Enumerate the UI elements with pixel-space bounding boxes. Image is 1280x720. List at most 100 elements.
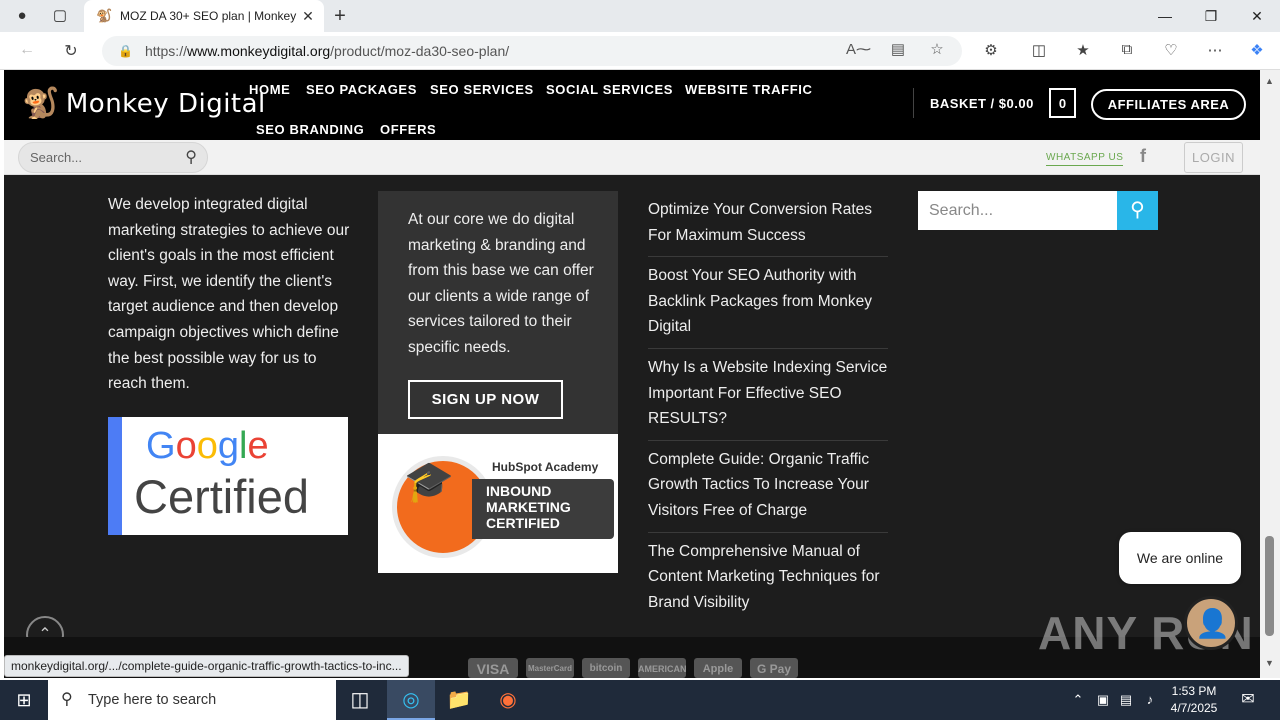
browser-tab-bar: ● ▢ 🐒 MOZ DA 30+ SEO plan | Monkey ✕ + —… bbox=[0, 0, 1280, 32]
url-text: https://www.monkeydigital.org/product/mo… bbox=[144, 43, 510, 59]
core-text: At our core we do digital marketing & br… bbox=[408, 211, 594, 356]
notifications-icon[interactable]: ✉ bbox=[1234, 680, 1262, 720]
restore-icon[interactable]: ❐ bbox=[1188, 0, 1234, 32]
header-divider bbox=[913, 88, 914, 118]
task-view-icon[interactable]: ◫ bbox=[336, 680, 384, 720]
monkey-logo-icon: 🐒 bbox=[22, 86, 60, 121]
read-aloud-icon[interactable]: A⁓ bbox=[846, 40, 871, 58]
tab-actions-icon[interactable]: ▢ bbox=[50, 6, 70, 26]
nav-website-traffic[interactable]: WEBSITE TRAFFIC bbox=[685, 82, 812, 97]
lock-icon: 🔒 bbox=[118, 44, 133, 58]
windows-taskbar: ⊞ ⚲ Type here to search ◫ ◎ 📁 ◉ ⌃ ▣ ▤ ♪ … bbox=[0, 680, 1280, 720]
taskbar-search-placeholder: Type here to search bbox=[88, 692, 217, 708]
recent-posts-list: Optimize Your Conversion Rates For Maxim… bbox=[648, 191, 888, 623]
profile-icon[interactable]: ● bbox=[12, 6, 32, 26]
hubspot-band: INBOUND MARKETING CERTIFIED bbox=[472, 479, 614, 539]
search-icon: ⚲ bbox=[61, 691, 73, 708]
favorites-icon[interactable]: ★ bbox=[1072, 41, 1094, 59]
clock-time: 1:53 PM bbox=[1171, 684, 1217, 698]
whatsapp-link[interactable]: WHATSAPP US bbox=[1046, 152, 1124, 166]
apple-pay-icon: Apple Pay bbox=[694, 658, 742, 678]
page-scrollbar[interactable]: ▲ ▼ bbox=[1260, 70, 1280, 678]
hubspot-band-text: INBOUND MARKETING CERTIFIED bbox=[486, 483, 571, 531]
scroll-down-icon[interactable]: ▼ bbox=[1265, 658, 1274, 668]
footer-search: Search... ⚲ bbox=[918, 191, 1158, 230]
tray-device-icon[interactable]: ▣ bbox=[1093, 680, 1113, 720]
header-search-placeholder: Search... bbox=[30, 150, 83, 165]
basket-link[interactable]: BASKET / $0.00 bbox=[930, 96, 1034, 111]
extensions-icon[interactable]: ⚙ bbox=[980, 41, 1002, 59]
tab-title: MOZ DA 30+ SEO plan | Monkey bbox=[120, 9, 297, 23]
tray-chevron-icon[interactable]: ⌃ bbox=[1068, 680, 1088, 720]
taskbar-clock[interactable]: 1:53 PM 4/7/2025 bbox=[1164, 683, 1224, 717]
post-link[interactable]: Boost Your SEO Authority with Backlink P… bbox=[648, 257, 888, 349]
refresh-icon[interactable]: ↻ bbox=[60, 41, 82, 61]
web-page: 🐒 Monkey Digital HOME SEO PACKAGES SEO S… bbox=[4, 70, 1260, 678]
signup-box: At our core we do digital marketing & br… bbox=[378, 191, 618, 573]
address-bar-row: ← ↻ 🔒 https://www.monkeydigital.org/prod… bbox=[0, 32, 1280, 70]
favorite-star-icon[interactable]: ☆ bbox=[926, 40, 948, 58]
file-explorer-icon[interactable]: 📁 bbox=[435, 680, 483, 720]
footer-search-input[interactable]: Search... bbox=[918, 191, 1117, 230]
chat-status-bubble[interactable]: We are online bbox=[1119, 532, 1241, 584]
nav-seo-services[interactable]: SEO SERVICES bbox=[430, 82, 534, 97]
google-certified-badge: Google Certified bbox=[108, 417, 348, 535]
url-field[interactable]: 🔒 https://www.monkeydigital.org/product/… bbox=[102, 36, 962, 66]
nav-home[interactable]: HOME bbox=[249, 82, 290, 97]
close-tab-icon[interactable]: ✕ bbox=[300, 8, 316, 25]
basket-count[interactable]: 0 bbox=[1049, 88, 1076, 118]
nav-offers[interactable]: OFFERS bbox=[380, 122, 436, 137]
minimize-icon[interactable]: — bbox=[1142, 0, 1188, 32]
edge-icon[interactable]: ◎ bbox=[387, 680, 435, 720]
post-link[interactable]: Complete Guide: Organic Traffic Growth T… bbox=[648, 441, 888, 533]
scroll-up-icon[interactable]: ▲ bbox=[1265, 76, 1274, 86]
volume-icon[interactable]: ♪ bbox=[1140, 680, 1160, 720]
nav-seo-packages[interactable]: SEO PACKAGES bbox=[306, 82, 417, 97]
hubspot-certified-badge: 🎓 HubSpot Academy INBOUND MARKETING CERT… bbox=[378, 434, 618, 573]
browser-essentials-icon[interactable]: ♡ bbox=[1160, 41, 1182, 59]
google-cert-certified: Certified bbox=[134, 470, 310, 523]
more-menu-icon[interactable]: ⋯ bbox=[1204, 41, 1226, 59]
google-pay-icon: G Pay bbox=[750, 658, 798, 678]
mastercard-icon: MasterCard bbox=[526, 658, 574, 678]
split-screen-icon[interactable]: ◫ bbox=[1028, 41, 1050, 59]
scroll-thumb[interactable] bbox=[1265, 536, 1274, 636]
post-link[interactable]: Optimize Your Conversion Rates For Maxim… bbox=[648, 191, 888, 258]
site-header: 🐒 Monkey Digital HOME SEO PACKAGES SEO S… bbox=[4, 70, 1260, 140]
visa-icon: VISA bbox=[468, 658, 518, 678]
graduation-cap-icon: 🎓 bbox=[404, 460, 454, 504]
sub-header-bar: Search... ⚲ WHATSAPP US f LOGIN bbox=[4, 140, 1260, 175]
browser-tab-active[interactable]: 🐒 MOZ DA 30+ SEO plan | Monkey ✕ bbox=[84, 0, 324, 32]
firefox-icon[interactable]: ◉ bbox=[484, 680, 532, 720]
post-link[interactable]: The Comprehensive Manual of Content Mark… bbox=[648, 533, 888, 624]
about-text: We develop integrated digital marketing … bbox=[108, 196, 350, 393]
amex-icon: AMERICAN bbox=[638, 658, 687, 678]
hubspot-title: HubSpot Academy bbox=[492, 460, 599, 474]
immersive-reader-icon[interactable]: ▤ bbox=[887, 40, 909, 58]
facebook-icon[interactable]: f bbox=[1140, 146, 1146, 167]
sign-up-button[interactable]: SIGN UP NOW bbox=[408, 380, 563, 419]
chat-avatar[interactable]: 👤 bbox=[1184, 596, 1238, 650]
site-logo[interactable]: 🐒 Monkey Digital bbox=[22, 86, 266, 121]
nav-social-services[interactable]: SOCIAL SERVICES bbox=[546, 82, 673, 97]
search-icon[interactable]: ⚲ bbox=[185, 143, 197, 172]
affiliates-button[interactable]: AFFILIATES AREA bbox=[1091, 89, 1246, 120]
copilot-icon[interactable]: ❖ bbox=[1246, 41, 1268, 59]
monkey-favicon-icon: 🐒 bbox=[96, 8, 113, 23]
logo-text: Monkey Digital bbox=[65, 88, 266, 119]
taskbar-search-input[interactable]: ⚲ Type here to search bbox=[48, 680, 336, 720]
close-window-icon[interactable]: ✕ bbox=[1234, 0, 1280, 32]
login-button[interactable]: LOGIN bbox=[1184, 142, 1243, 173]
nav-seo-branding[interactable]: SEO BRANDING bbox=[256, 122, 364, 137]
windows-start-icon[interactable]: ⊞ bbox=[0, 680, 48, 720]
google-cert-word: Google bbox=[146, 425, 269, 467]
collections-icon[interactable]: ⧉ bbox=[1116, 41, 1138, 58]
header-search-input[interactable]: Search... ⚲ bbox=[18, 142, 208, 173]
footer-search-icon[interactable]: ⚲ bbox=[1117, 191, 1158, 230]
network-icon[interactable]: ▤ bbox=[1116, 680, 1136, 720]
back-icon[interactable]: ← bbox=[16, 41, 38, 59]
bitcoin-icon: bitcoin bbox=[582, 658, 630, 678]
post-link[interactable]: Why Is a Website Indexing Service Import… bbox=[648, 349, 888, 441]
new-tab-icon[interactable]: + bbox=[330, 6, 350, 26]
clock-date: 4/7/2025 bbox=[1170, 701, 1218, 715]
